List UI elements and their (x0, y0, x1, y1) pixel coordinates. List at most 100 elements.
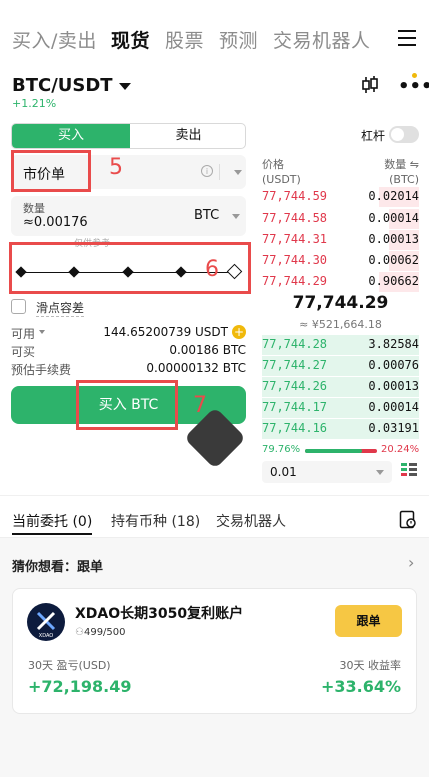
pair-selector[interactable]: BTC/USDT (12, 75, 131, 96)
ask-row[interactable]: 77,744.30 0.00062 (262, 251, 419, 271)
bid-price: 77,744.16 (262, 421, 328, 435)
ob-price-header-label: 价格 (262, 158, 284, 171)
last-price-cny: ≈ ¥521,664.18 (299, 318, 382, 331)
order-history-icon[interactable] (399, 510, 417, 530)
can-buy-row: 可买 0.00186 BTC (11, 343, 246, 359)
chevron-down-icon (234, 170, 242, 175)
trader-avatar: XDAO (27, 603, 65, 641)
nav-fade (366, 22, 394, 52)
side-toggle: 买入 卖出 (11, 123, 246, 149)
bid-price: 77,744.26 (262, 379, 328, 393)
annotation-5: 5 (109, 155, 123, 180)
annotation-6: 6 (205, 257, 219, 282)
ask-qty: 0.00013 (368, 232, 419, 246)
bid-row[interactable]: 77,744.27 0.00076 (262, 356, 419, 376)
precision-value: 0.01 (270, 465, 297, 479)
copy-section-title[interactable]: 猜你想看：跟单 (12, 556, 103, 575)
more-icon[interactable]: ••• (398, 78, 429, 96)
notification-dot (412, 73, 417, 78)
buy-tab[interactable]: 买入 (12, 124, 130, 148)
menu-icon[interactable] (398, 30, 416, 46)
annotation-box-7 (76, 380, 178, 430)
pnl-label: 30天 盈亏(USD) (28, 659, 111, 672)
ob-qty-unit: (BTC) (389, 173, 419, 186)
follow-button[interactable]: 跟单 (335, 605, 402, 637)
followers-row: ⚇499/500 (75, 627, 126, 638)
bid-row[interactable]: 77,744.17 0.00014 (262, 398, 419, 418)
copy-trader-card[interactable]: XDAO XDAO长期3050复利账户 ⚇499/500 跟单 30天 盈亏(U… (12, 588, 417, 714)
ask-row[interactable]: 77,744.58 0.00014 (262, 209, 419, 229)
chevron-right-icon[interactable]: › (408, 553, 414, 572)
annotation-box-5 (11, 150, 91, 192)
tab-spot[interactable]: 现货 (111, 26, 150, 53)
buy-ratio: 79.76% (262, 444, 301, 455)
roi-value: +33.64% (320, 677, 401, 696)
ratio-bar (305, 449, 377, 453)
slippage-label[interactable]: 滑点容差 (36, 299, 85, 317)
ob-qty-header-label: 数量 ⇋ (384, 158, 419, 171)
bid-price: 77,744.27 (262, 358, 328, 372)
available-value: 144.65200739 USDT (103, 325, 228, 339)
tab-open-orders[interactable]: 当前委托 (0) (12, 511, 92, 531)
sell-ratio: 20.24% (381, 444, 420, 455)
quantity-value: ≈0.00176 (23, 215, 88, 230)
tab-holdings[interactable]: 持有币种 (18) (111, 511, 200, 531)
add-funds-icon[interactable]: + (232, 325, 246, 339)
bid-price: 77,744.28 (262, 337, 328, 351)
bid-qty: 3.82584 (368, 337, 419, 351)
active-tab-indicator (12, 533, 92, 535)
pair-symbol: BTC/USDT (12, 75, 113, 96)
pnl-value: +72,198.49 (28, 677, 132, 696)
bid-qty: 0.00014 (368, 400, 419, 414)
can-buy-label: 可买 (11, 345, 36, 359)
fee-row: 预估手续费 0.00000132 BTC (11, 361, 246, 377)
tab-predict[interactable]: 预测 (219, 26, 258, 53)
pair-change: +1.21% (12, 97, 57, 110)
tab-stocks[interactable]: 股票 (165, 26, 204, 53)
can-buy-value: 0.00186 BTC (169, 343, 246, 357)
ask-price: 77,744.59 (262, 189, 328, 203)
bid-row[interactable]: 77,744.26 0.00013 (262, 377, 419, 397)
sell-tab[interactable]: 卖出 (130, 124, 245, 148)
ask-row[interactable]: 77,744.31 0.00013 (262, 230, 419, 250)
fee-value: 0.00000132 BTC (146, 361, 246, 375)
available-row: 可用 144.65200739 USDT + (11, 325, 246, 341)
fee-label: 预估手续费 (11, 363, 72, 377)
candlestick-chart-icon[interactable] (361, 75, 379, 95)
bid-qty: 0.00076 (368, 358, 419, 372)
ob-qty-header[interactable]: 数量 ⇋ (BTC) (384, 157, 419, 187)
roi-label: 30天 收益率 (339, 659, 402, 672)
bid-price: 77,744.17 (262, 400, 328, 414)
tab-bots[interactable]: 交易机器人 (216, 511, 286, 531)
trader-name: XDAO长期3050复利账户 (75, 606, 244, 622)
bid-row[interactable]: 77,744.28 3.82584 (262, 335, 419, 355)
ob-price-header: 价格 (USDT) (262, 157, 301, 187)
ask-price: 77,744.58 (262, 211, 328, 225)
leverage-toggle[interactable] (389, 126, 419, 143)
info-icon[interactable]: i (201, 165, 213, 177)
annotation-7: 7 (193, 393, 207, 418)
chevron-down-icon (118, 82, 131, 90)
top-nav: 买入/卖出 现货 股票 预测 交易机器人 (0, 0, 429, 72)
ask-row[interactable]: 77,744.59 0.02014 (262, 187, 419, 207)
chevron-down-icon (232, 214, 240, 219)
ask-qty: 0.02014 (368, 189, 419, 203)
svg-text:XDAO: XDAO (39, 633, 54, 639)
orderbook-layout-icon[interactable] (400, 462, 418, 480)
available-label: 可用 (11, 327, 36, 341)
ask-row[interactable]: 77,744.29 0.90662 (262, 272, 419, 292)
bid-row[interactable]: 77,744.16 0.03191 (262, 419, 419, 439)
precision-select[interactable]: 0.01 (262, 461, 392, 483)
slippage-checkbox[interactable] (11, 299, 26, 314)
tab-trading-bots[interactable]: 交易机器人 (273, 26, 371, 53)
followers-count: 499/500 (83, 627, 126, 638)
leverage-label: 杠杆 (361, 129, 386, 143)
quantity-field[interactable]: 数量 ≈0.00176 BTC (11, 196, 246, 236)
ratio-bar-fill (305, 449, 363, 453)
chevron-down-icon[interactable] (39, 330, 45, 334)
xdao-logo-icon: XDAO (36, 611, 56, 639)
tab-buy-sell[interactable]: 买入/卖出 (12, 26, 97, 53)
quantity-unit[interactable]: BTC (194, 208, 219, 223)
ask-price: 77,744.31 (262, 232, 328, 246)
quantity-label: 数量 (23, 202, 45, 215)
